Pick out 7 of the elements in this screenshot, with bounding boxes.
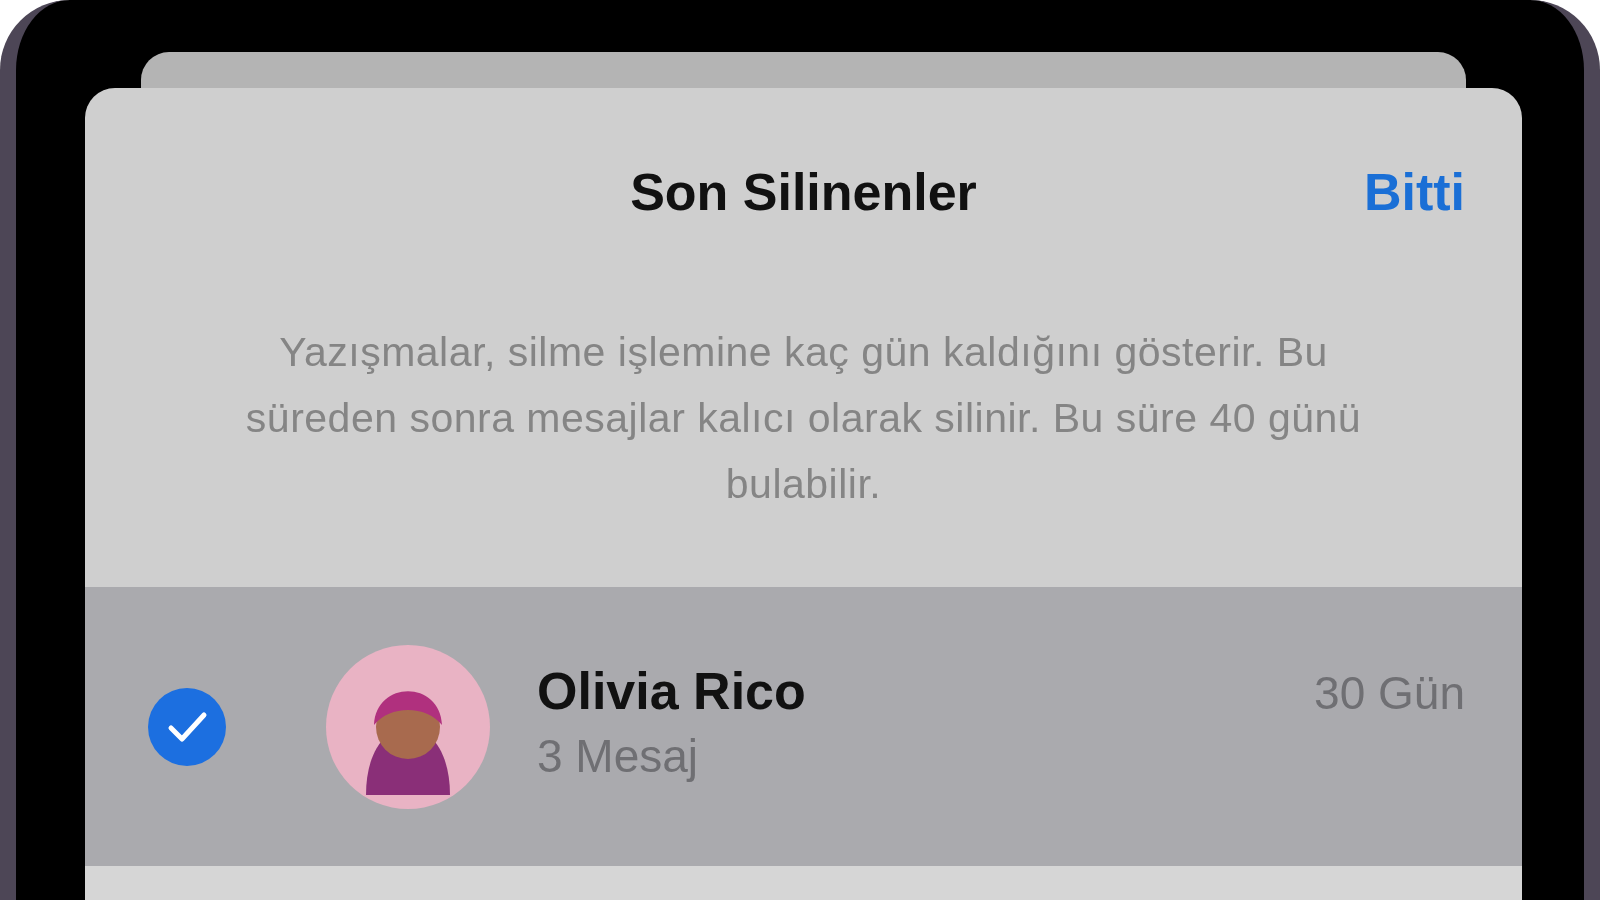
message-count: 3 Mesaj — [537, 728, 700, 783]
checkbox[interactable] — [147, 686, 227, 767]
contact-name: Olivia Rico — [537, 660, 806, 721]
days-remaining: 30 Gün — [1314, 665, 1465, 720]
conversation-row[interactable]: Olivia Rico 30 Gün 3 Mesaj — [85, 587, 1522, 866]
sheet-title: Son Silinenler — [630, 162, 977, 223]
description-text: Yazışmalar, silme işlemine kaç gün kaldığını gösterir. Bu süreden sonra mesajlar kalıcı olarak silinir. Bu süre 40 günü bulabilir. — [244, 328, 1363, 509]
